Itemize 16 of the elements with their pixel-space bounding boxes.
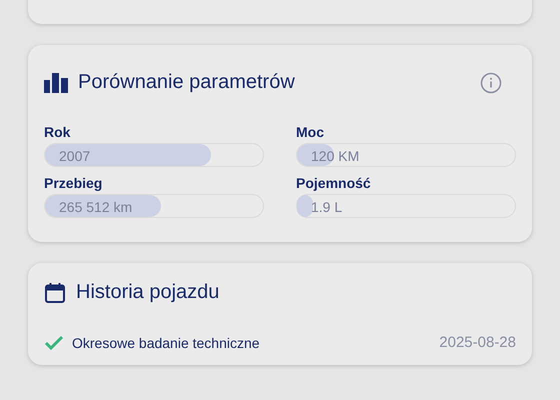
parameter-value: 120 KM — [311, 148, 360, 164]
history-title: Historia pojazdu — [76, 281, 220, 304]
bar-chart-icon — [44, 72, 68, 92]
info-icon[interactable] — [480, 72, 502, 94]
calendar-icon — [44, 282, 66, 304]
parameter-value: 1.9 L — [311, 199, 342, 215]
event-date: 2025-08-28 — [439, 334, 516, 351]
comparison-title: Porównanie parametrów — [78, 71, 295, 94]
check-icon — [44, 334, 64, 350]
parameter-value: 2007 — [59, 148, 90, 164]
parameter-label: Moc — [296, 124, 325, 140]
parameter-label: Rok — [44, 124, 72, 140]
parameter-value: 265 512 km — [59, 199, 132, 215]
parameter-label: Pojemność — [296, 175, 372, 191]
parameter-label: Przebieg — [44, 175, 104, 191]
event-label: Okresowe badanie techniczne — [72, 334, 260, 350]
